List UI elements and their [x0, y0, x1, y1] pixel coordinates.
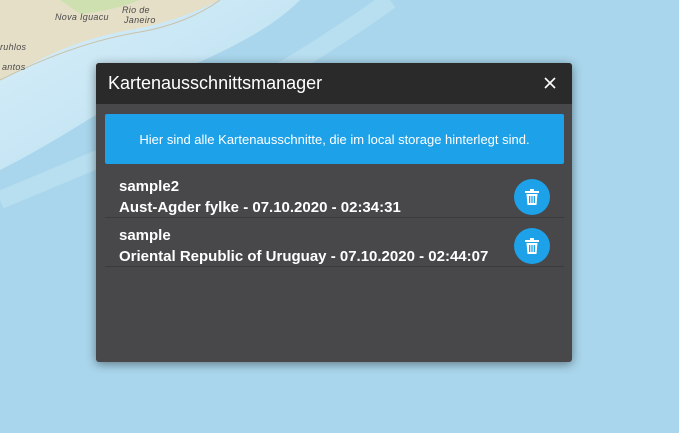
dialog-titlebar[interactable]: Kartenausschnittsmanager	[96, 63, 572, 104]
dialog-title: Kartenausschnittsmanager	[108, 73, 323, 93]
close-icon	[544, 77, 556, 89]
map-label-janeiro: Janeiro	[124, 15, 156, 25]
map-label-santos: antos	[2, 62, 26, 72]
map-label-rio: Rio de	[122, 5, 150, 15]
info-banner: Hier sind alle Kartenausschnitte, die im…	[105, 114, 564, 164]
item-name: sample	[119, 227, 171, 244]
item-name: sample2	[119, 178, 180, 195]
delete-button[interactable]	[514, 179, 550, 215]
map-extent-manager-dialog: Kartenausschnittsmanager Hier sind alle …	[96, 63, 572, 362]
item-detail: Aust-Agder fylke - 07.10.2020 - 02:34:31	[119, 199, 401, 216]
trash-icon	[525, 238, 539, 254]
map-label-nova-iguacu: Nova Iguacu	[55, 12, 109, 22]
list-item[interactable]: sample Oriental Republic of Uruguay - 07…	[105, 218, 564, 267]
close-button[interactable]	[540, 73, 560, 93]
delete-button[interactable]	[514, 228, 550, 264]
item-detail: Oriental Republic of Uruguay - 07.10.202…	[119, 248, 489, 265]
map-label-ruhlos: ruhlos	[0, 42, 27, 52]
info-text: Hier sind alle Kartenausschnitte, die im…	[139, 131, 530, 147]
list-item[interactable]: sample2 Aust-Agder fylke - 07.10.2020 - …	[105, 169, 564, 218]
trash-icon	[525, 189, 539, 205]
saved-extents-list: sample2 Aust-Agder fylke - 07.10.2020 - …	[105, 169, 564, 267]
